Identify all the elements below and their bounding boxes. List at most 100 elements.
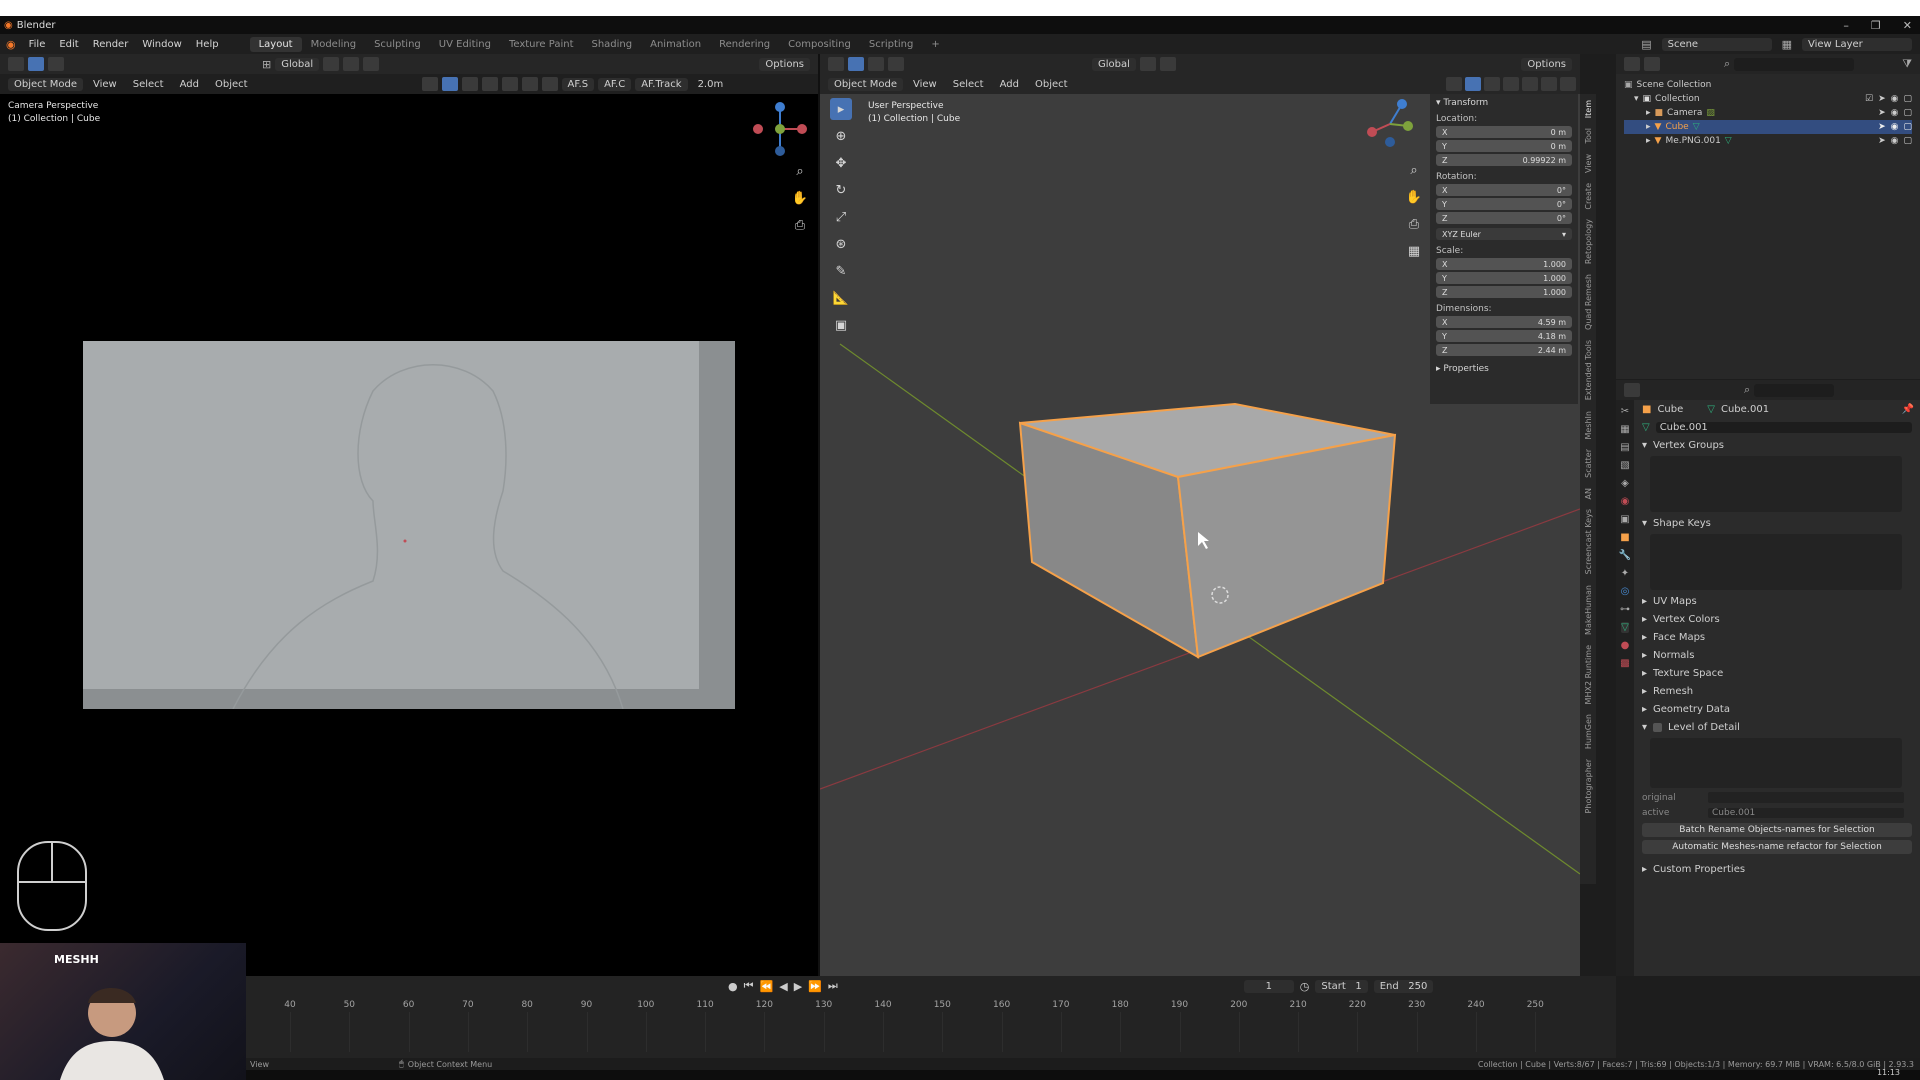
right-overlay-icon[interactable]	[1484, 77, 1500, 91]
render-tab-icon[interactable]: ▦	[1620, 424, 1629, 435]
mesh-datablock-row[interactable]: ▽ Cube.001	[1634, 418, 1920, 436]
minimize-icon[interactable]: –	[1843, 19, 1849, 32]
sidebar-tab-screencast-keys[interactable]: Screencast Keys	[1584, 509, 1593, 574]
outliner-search-input[interactable]	[1734, 57, 1855, 71]
rotate-tool-icon[interactable]: ↻	[830, 179, 852, 201]
rotation-x-field[interactable]: X 0°	[1436, 184, 1572, 196]
solid-shading-icon[interactable]	[501, 77, 518, 91]
mesh-datablock-field[interactable]: Cube.001	[1655, 421, 1912, 433]
right-zoom-icon[interactable]: ⌕	[1403, 159, 1425, 181]
sidebar-tab-view[interactable]: View	[1584, 154, 1593, 173]
right-menu-object[interactable]: Object	[1029, 78, 1074, 91]
ortho-toggle-icon[interactable]: ▦	[1403, 240, 1425, 262]
material-tab-icon[interactable]: ●	[1621, 640, 1630, 651]
outliner-item-me-png[interactable]: ▸ ▼ Me.PNG.001 ▽ ➤ ◉ ▢	[1624, 134, 1912, 148]
eye-icon[interactable]: ◉	[1891, 136, 1899, 146]
select-icon[interactable]: ➤	[1878, 94, 1886, 104]
vertex-groups-panel[interactable]: ▾ Vertex Groups	[1634, 436, 1920, 454]
scene-selector[interactable]: Scene	[1661, 37, 1772, 51]
timeline-ruler[interactable]: 40 50 60 70 80 90 100 110 120 130 140 150 160 170 180 1…	[246, 976, 1616, 1058]
level-of-detail-panel[interactable]: ▾ Level of Detail	[1634, 718, 1920, 736]
right-select-mode-icon-2[interactable]	[888, 57, 904, 71]
pan-hand-icon[interactable]: ✋	[789, 187, 811, 209]
left-mode-dropdown[interactable]: Object Mode	[8, 77, 83, 91]
annotate-tool-icon[interactable]: ✎	[830, 260, 852, 282]
left-menu-add[interactable]: Add	[174, 78, 205, 91]
sidebar-tab-create[interactable]: Create	[1584, 183, 1593, 210]
maximize-icon[interactable]: ❐	[1871, 19, 1881, 32]
normals-panel[interactable]: ▸ Normals	[1634, 646, 1920, 664]
outliner-editor-type-icon[interactable]	[1624, 57, 1640, 71]
outliner-collection[interactable]: ▾ ▣ Collection ☑ ➤ ◉ ▢	[1624, 92, 1912, 106]
dimensions-z-field[interactable]: Z 2.44 m	[1436, 344, 1572, 356]
right-rendered-shading-icon[interactable]	[1560, 77, 1576, 91]
view-layer-tab-icon[interactable]: ▧	[1620, 460, 1629, 471]
particles-tab-icon[interactable]: ✦	[1621, 568, 1629, 579]
sidebar-tab-mhx2-runtime[interactable]: MHX2 Runtime	[1584, 645, 1593, 704]
rendered-shading-icon[interactable]	[541, 77, 558, 91]
texture-space-panel[interactable]: ▸ Texture Space	[1634, 664, 1920, 682]
texture-tab-icon[interactable]: ▩	[1620, 658, 1629, 669]
sidebar-tab-extended-tools[interactable]: Extended Tools	[1584, 340, 1593, 400]
select-icon[interactable]: ➤	[1878, 136, 1886, 146]
af-s-button[interactable]: AF.S	[561, 77, 595, 91]
pin-icon[interactable]: 📌	[1902, 404, 1914, 415]
physics-tab-icon[interactable]: ◎	[1621, 586, 1630, 597]
custom-properties-panel[interactable]: ▸ Custom Properties	[1634, 860, 1920, 878]
measure-tool-icon[interactable]: 📐	[830, 287, 852, 309]
camera-render-icon[interactable]: ▢	[1903, 94, 1912, 104]
right-editor-type-icon[interactable]	[828, 57, 844, 71]
proportional-icon[interactable]	[363, 57, 380, 71]
sidebar-tab-item[interactable]: Item	[1584, 100, 1593, 118]
snap-icon[interactable]	[343, 57, 360, 71]
eye-icon[interactable]: ◉	[1891, 122, 1899, 132]
right-select-box-icon[interactable]	[848, 57, 864, 71]
select-icon[interactable]: ➤	[1878, 108, 1886, 118]
expand-icon[interactable]: ▸	[1646, 122, 1651, 132]
move-tool-icon[interactable]: ✥	[830, 152, 852, 174]
select-tool-icon[interactable]: ▸	[830, 98, 852, 120]
right-xray-icon[interactable]	[1503, 77, 1519, 91]
world-tab-icon[interactable]: ◉	[1621, 496, 1630, 507]
right-visibility-icon[interactable]	[1446, 77, 1462, 91]
material-shading-icon[interactable]	[521, 77, 538, 91]
outliner-search-icon[interactable]: ⌕	[1724, 57, 1730, 71]
vertex-groups-list[interactable]	[1650, 456, 1902, 512]
camera-render-icon[interactable]: ▢	[1903, 108, 1912, 118]
right-snap-icon[interactable]	[1159, 57, 1176, 71]
right-orientation-dropdown[interactable]: Global	[1092, 57, 1136, 71]
add-cube-tool-icon[interactable]: ▣	[830, 314, 852, 336]
camera-render-icon[interactable]: ▢	[1903, 136, 1912, 146]
right-solid-shading-icon[interactable]	[1522, 77, 1538, 91]
tab-animation[interactable]: Animation	[641, 37, 710, 52]
right-mode-dropdown[interactable]: Object Mode	[828, 77, 903, 91]
xray-icon[interactable]	[481, 77, 498, 91]
left-menu-view[interactable]: View	[87, 78, 123, 91]
tab-texture-paint[interactable]: Texture Paint	[500, 37, 583, 52]
transform-tool-icon[interactable]: ⊛	[830, 233, 852, 255]
sidebar-tab-photographer[interactable]: Photographer	[1584, 759, 1593, 813]
location-y-field[interactable]: Y0 m	[1436, 140, 1572, 152]
sidebar-tab-scatter[interactable]: Scatter	[1584, 449, 1593, 478]
left-options-dropdown[interactable]: Options	[759, 57, 810, 71]
properties-editor-type-icon[interactable]	[1624, 383, 1640, 397]
right-gizmo-icon[interactable]	[1465, 77, 1481, 91]
rotation-mode-dropdown[interactable]: XYZ Euler ▾	[1436, 228, 1572, 240]
gizmo-icon[interactable]	[441, 77, 458, 91]
object-tab-icon[interactable]: ■	[1620, 532, 1629, 543]
sidebar-tab-makehuman[interactable]: MakeHuman	[1584, 585, 1593, 635]
cursor-tool-icon[interactable]: ⊕	[830, 125, 852, 147]
blender-menu-icon[interactable]: ◉	[0, 38, 22, 51]
menu-help[interactable]: Help	[189, 39, 226, 50]
shape-keys-list[interactable]	[1650, 534, 1902, 590]
outliner-filter-icon[interactable]: ⧩	[1902, 57, 1912, 71]
tab-shading[interactable]: Shading	[582, 37, 641, 52]
location-z-field[interactable]: Z 0.99922 m	[1436, 154, 1572, 166]
camera-viewport[interactable]: ⊞ Global Options Object Mode View Select…	[0, 54, 818, 976]
visibility-icon[interactable]	[421, 77, 438, 91]
close-icon[interactable]: ✕	[1903, 19, 1912, 32]
tab-rendering[interactable]: Rendering	[710, 37, 779, 52]
outliner-item-cube[interactable]: ▸ ▼ Cube ▽ ➤ ◉ ▢	[1624, 120, 1912, 134]
timeline[interactable]: ● ⏮ ⏪ ◀ ▶ ⏩ ⏭ 1 ◷ Start 1 End 250 40 50 60…	[246, 976, 1616, 1058]
tab-sculpting[interactable]: Sculpting	[365, 37, 430, 52]
